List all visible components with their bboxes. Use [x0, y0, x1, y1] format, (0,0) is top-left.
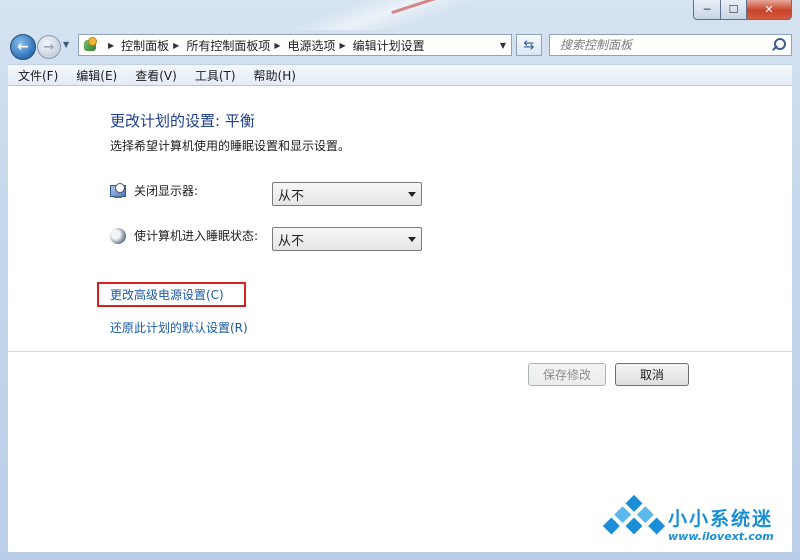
caption-buttons: ─ ☐ ✕ [693, 0, 792, 20]
breadcrumb-arrow-root[interactable]: ▶ [104, 41, 121, 50]
chevron-down-icon [408, 191, 416, 197]
minimize-button[interactable]: ─ [693, 0, 721, 20]
menu-file[interactable]: 文件(F) [8, 67, 67, 84]
address-bar[interactable]: ▶ 控制面板 ▶ 所有控制面板项 ▶ 电源选项 ▶ 编辑计划设置 ▼ [78, 34, 512, 56]
cancel-button[interactable]: 取消 [615, 363, 689, 386]
sleep-label: 使计算机进入睡眠状态: [134, 229, 259, 243]
refresh-button[interactable]: ⇆ [516, 34, 542, 56]
search-icon[interactable] [771, 38, 787, 52]
close-button[interactable]: ✕ [747, 0, 792, 20]
refresh-icon: ⇆ [523, 37, 535, 53]
search-input[interactable] [558, 37, 772, 53]
chevron-down-icon [408, 236, 416, 242]
menu-tools[interactable]: 工具(T) [186, 67, 245, 84]
sleep-select[interactable]: 从不 [272, 227, 422, 251]
breadcrumb-all-items[interactable]: 所有控制面板项 ▶ [186, 37, 287, 54]
sleep-row: 使计算机进入睡眠状态: [110, 227, 258, 244]
arrow-left-icon: ← [17, 39, 29, 55]
page-subtitle: 选择希望计算机使用的睡眠设置和显示设置。 [110, 139, 351, 153]
maximize-button[interactable]: ☐ [721, 0, 747, 20]
watermark: 小小系统迷 www.ilovext.com [602, 494, 774, 548]
menu-bar: 文件(F) 编辑(E) 查看(V) 工具(T) 帮助(H) [8, 64, 792, 86]
content-pane: 更改计划的设置: 平衡 选择希望计算机使用的睡眠设置和显示设置。 关闭显示器: … [8, 86, 792, 552]
breadcrumb-control-panel[interactable]: 控制面板 ▶ [121, 37, 186, 54]
recent-pages-dropdown[interactable]: ▼ [63, 40, 69, 49]
search-box[interactable] [549, 34, 792, 56]
control-panel-icon [82, 37, 100, 53]
turn-off-display-label: 关闭显示器: [134, 184, 199, 198]
menu-view[interactable]: 查看(V) [126, 67, 186, 84]
menu-help[interactable]: 帮助(H) [245, 67, 305, 84]
sleep-value: 从不 [278, 233, 305, 249]
forward-button[interactable]: → [37, 35, 61, 59]
divider [8, 351, 792, 352]
highlight-box: 更改高级电源设置(C) [97, 282, 246, 307]
back-button[interactable]: ← [10, 34, 36, 60]
watermark-url: www.ilovext.com [668, 530, 774, 543]
watermark-logo-icon [602, 494, 666, 557]
advanced-power-settings-link[interactable]: 更改高级电源设置(C) [110, 286, 224, 303]
glass-reflection [280, 0, 480, 30]
chevron-down-icon[interactable]: ▼ [495, 41, 511, 50]
sleep-moon-icon [110, 227, 126, 244]
arrow-right-icon: → [43, 39, 55, 55]
window-frame: ─ ☐ ✕ ← → ▼ ▶ 控制面板 ▶ 所有控制面板项 ▶ 电源选项 ▶ 编辑计划设… [0, 0, 800, 560]
menu-edit[interactable]: 编辑(E) [67, 67, 126, 84]
save-changes-button[interactable]: 保存修改 [528, 363, 606, 386]
monitor-clock-icon [110, 182, 126, 199]
watermark-name: 小小系统迷 [668, 508, 774, 530]
turn-off-display-value: 从不 [278, 188, 305, 204]
turn-off-display-row: 关闭显示器: [110, 182, 198, 199]
breadcrumb-power-options[interactable]: 电源选项 ▶ [288, 37, 353, 54]
turn-off-display-select[interactable]: 从不 [272, 182, 422, 206]
page-title: 更改计划的设置: 平衡 [110, 112, 255, 130]
restore-defaults-link[interactable]: 还原此计划的默认设置(R) [110, 319, 248, 336]
breadcrumb-edit-plan[interactable]: 编辑计划设置 [353, 37, 425, 54]
